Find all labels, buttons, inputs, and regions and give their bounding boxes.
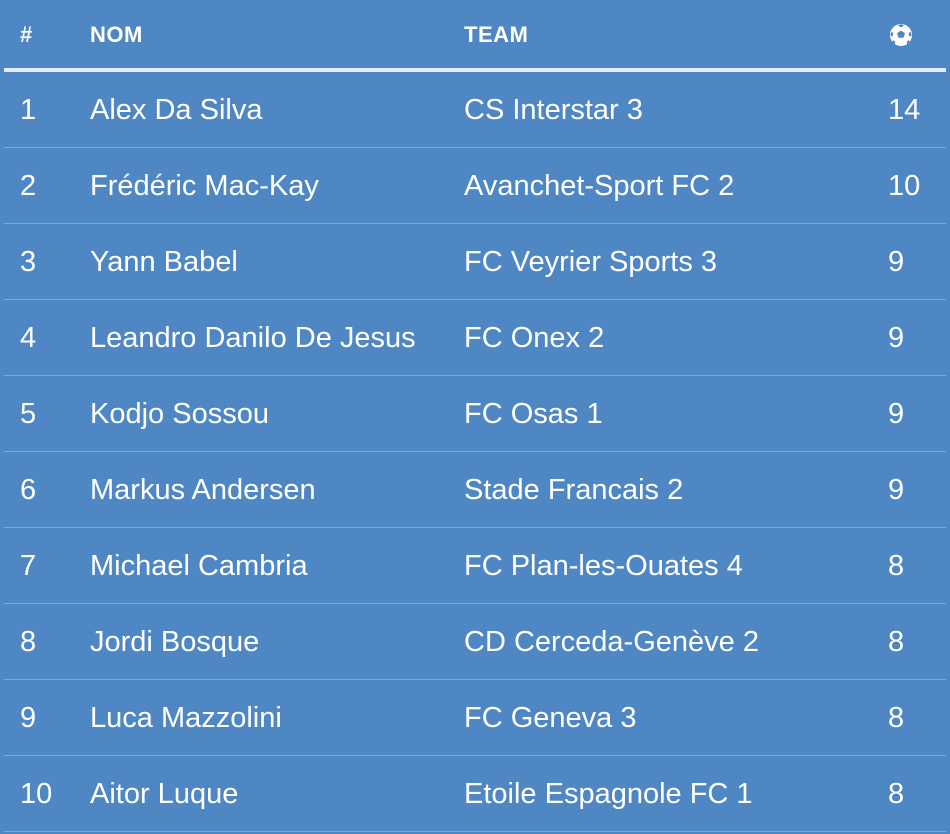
row-rank: 3 [20,246,37,278]
row-goals: 9 [888,474,905,506]
row-player-name: Alex Da Silva [90,94,263,126]
row-player-name: Aitor Luque [90,778,239,810]
row-rank: 4 [20,322,37,354]
scorers-table: # NOM TEAM 1 Alex Da Silva CS Interstar 31… [0,0,950,832]
table-row[interactable]: 10 Aitor Luque Etoile Espagnole FC 1 8 [4,756,946,832]
table-row[interactable]: 9 Luca Mazzolini FC Geneva 3 8 [4,680,946,756]
header-team: TEAM [464,22,529,47]
row-rank: 10 [20,778,53,810]
row-team-name: Avanchet-Sport FC 2 [464,170,735,202]
table-row[interactable]: 4 Leandro Danilo De Jesus FC Onex 2 9 [4,300,946,376]
row-rank: 8 [20,626,37,658]
header-name: NOM [90,22,143,47]
row-rank: 2 [20,170,37,202]
row-rank: 5 [20,398,37,430]
table-row[interactable]: 6 Markus Andersen Stade Francais 2 9 [4,452,946,528]
row-player-name: Leandro Danilo De Jesus [90,322,416,354]
table-row[interactable]: 8 Jordi Bosque CD Cerceda-Genève 2 8 [4,604,946,680]
row-goals: 14 [888,94,921,126]
row-team-name: FC Plan-les-Ouates 4 [464,550,743,582]
table-row[interactable]: 2 Frédéric Mac-Kay Avanchet-Sport FC 2 10 [4,148,946,224]
table-header: # NOM TEAM [4,0,946,72]
row-goals: 8 [888,702,905,734]
row-player-name: Luca Mazzolini [90,702,282,734]
soccer-ball-icon [888,22,914,48]
header-rank: # [20,22,33,47]
row-rank: 9 [20,702,37,734]
row-goals: 8 [888,626,905,658]
table-row[interactable]: 7 Michael Cambria FC Plan-les-Ouates 4 8 [4,528,946,604]
table-row[interactable]: 5 Kodjo Sossou FC Osas 1 9 [4,376,946,452]
row-goals: 8 [888,778,905,810]
row-rank: 7 [20,550,37,582]
table-body: 1 Alex Da Silva CS Interstar 3 14 2 Frédéric … [4,72,946,832]
row-player-name: Markus Andersen [90,474,316,506]
row-goals: 9 [888,322,905,354]
row-team-name: FC Geneva 3 [464,702,637,734]
table-row[interactable]: 3 Yann Babel FC Veyrier Sports 3 9 [4,224,946,300]
row-team-name: Stade Francais 2 [464,474,684,506]
row-team-name: FC Onex 2 [464,322,605,354]
row-player-name: Michael Cambria [90,550,308,582]
row-team-name: CS Interstar 3 [464,94,643,126]
row-goals: 9 [888,398,905,430]
row-team-name: FC Veyrier Sports 3 [464,246,718,278]
row-player-name: Jordi Bosque [90,626,260,658]
row-goals: 8 [888,550,905,582]
row-player-name: Kodjo Sossou [90,398,269,430]
row-rank: 1 [20,94,37,126]
row-player-name: Frédéric Mac-Kay [90,170,319,202]
row-team-name: FC Osas 1 [464,398,603,430]
row-rank: 6 [20,474,37,506]
row-player-name: Yann Babel [90,246,238,278]
row-team-name: CD Cerceda-Genève 2 [464,626,759,658]
row-goals: 9 [888,246,905,278]
row-goals: 10 [888,170,921,202]
row-team-name: Etoile Espagnole FC 1 [464,778,753,810]
table-row[interactable]: 1 Alex Da Silva CS Interstar 3 14 [4,72,946,148]
